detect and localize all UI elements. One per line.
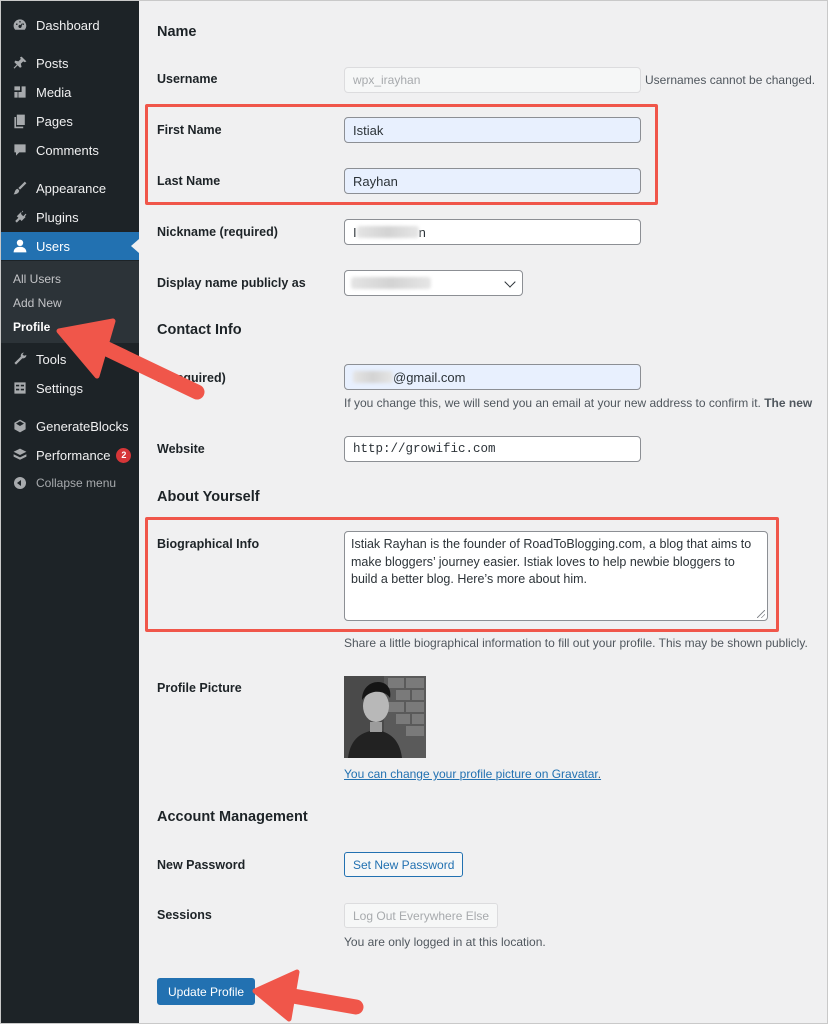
media-icon	[10, 82, 30, 102]
username-hint: Usernames cannot be changed.	[645, 73, 816, 87]
redacted-text	[356, 226, 419, 238]
chevron-down-icon	[504, 276, 516, 288]
email-hint: If you change this, we will send you an …	[344, 396, 812, 410]
performance-icon	[10, 445, 30, 465]
wrench-icon	[10, 349, 30, 369]
sessions-label: Sessions	[157, 908, 212, 922]
menu-label: Users	[36, 238, 70, 254]
bio-text: Istiak Rayhan is the founder of RoadToBl…	[351, 537, 752, 586]
bio-label: Biographical Info	[157, 537, 260, 551]
redacted-text	[353, 371, 393, 383]
nickname-label: Nickname (required)	[157, 225, 278, 239]
bio-textarea[interactable]: Istiak Rayhan is the founder of RoadToBl…	[344, 531, 768, 621]
bio-hint: Share a little biographical information …	[344, 636, 808, 650]
nickname-field[interactable]: I n	[344, 219, 641, 245]
pin-icon	[10, 53, 30, 73]
last-name-field[interactable]: Rayhan	[344, 168, 641, 194]
section-title-name: Name	[157, 24, 197, 40]
user-icon	[10, 236, 30, 256]
menu-label: Posts	[36, 55, 69, 71]
email-domain: @gmail.com	[393, 369, 466, 385]
section-title-contact: Contact Info	[157, 322, 242, 338]
sessions-hint: You are only logged in at this location.	[344, 935, 546, 949]
update-count-badge: 2	[116, 447, 132, 463]
profile-form: Name Username wpx_irayhan Usernames cann…	[139, 1, 827, 1023]
gravatar-link-suffix: .	[597, 767, 602, 781]
settings-icon	[10, 378, 30, 398]
email-label: il (required)	[157, 371, 226, 385]
website-field[interactable]: http://growific.com	[344, 436, 641, 462]
collapse-menu-button[interactable]: Collapse menu	[1, 469, 139, 497]
admin-sidebar: Dashboard Posts Media Pages Comments App…	[1, 1, 139, 1023]
users-submenu: All Users Add New Profile	[1, 261, 139, 343]
menu-label: Performance	[36, 447, 111, 463]
email-hint-bold: The new	[764, 396, 813, 410]
menu-item-settings[interactable]: Settings	[1, 374, 139, 402]
menu-item-comments[interactable]: Comments	[1, 136, 139, 164]
paintbrush-icon	[10, 178, 30, 198]
avatar-photo	[344, 676, 426, 758]
new-password-label: New Password	[157, 858, 246, 872]
display-name-label: Display name publicly as	[157, 276, 306, 290]
email-hint-text: If you change this, we will send you an …	[344, 396, 761, 410]
website-label: Website	[157, 442, 205, 456]
section-title-account: Account Management	[157, 809, 308, 825]
pages-icon	[10, 111, 30, 131]
menu-label: Comments	[36, 142, 99, 158]
collapse-icon	[10, 473, 30, 493]
menu-item-tools[interactable]: Tools	[1, 345, 139, 373]
first-name-field[interactable]: Istiak	[344, 117, 641, 143]
submenu-all-users[interactable]: All Users	[13, 272, 61, 286]
set-new-password-button[interactable]: Set New Password	[344, 852, 464, 877]
section-title-about: About Yourself	[157, 489, 260, 505]
submenu-profile[interactable]: Profile	[13, 320, 50, 334]
menu-label: Pages	[36, 113, 73, 129]
display-name-select[interactable]	[344, 270, 523, 296]
menu-item-posts[interactable]: Posts	[1, 49, 139, 77]
first-name-label: First Name	[157, 123, 222, 137]
plugin-icon	[10, 207, 30, 227]
active-indicator	[131, 239, 139, 253]
menu-item-dashboard[interactable]: Dashboard	[1, 11, 139, 39]
menu-item-performance[interactable]: Performance 2	[1, 441, 139, 469]
menu-item-pages[interactable]: Pages	[1, 107, 139, 135]
menu-label: Settings	[36, 380, 83, 396]
menu-item-media[interactable]: Media	[1, 78, 139, 106]
update-profile-button[interactable]: Update Profile	[157, 978, 256, 1005]
username-label: Username	[157, 72, 218, 86]
menu-item-plugins[interactable]: Plugins	[1, 203, 139, 231]
menu-label: Dashboard	[36, 17, 100, 33]
menu-label: Plugins	[36, 209, 79, 225]
log-out-everywhere-button: Log Out Everywhere Else	[344, 903, 499, 928]
menu-item-users[interactable]: Users	[1, 232, 139, 260]
menu-item-appearance[interactable]: Appearance	[1, 174, 139, 202]
menu-label: GenerateBlocks	[36, 418, 129, 434]
menu-label: Tools	[36, 351, 67, 367]
dashboard-icon	[10, 15, 30, 35]
avatar	[344, 676, 426, 758]
submenu-add-new[interactable]: Add New	[13, 296, 62, 310]
gravatar-link[interactable]: You can change your profile picture on G…	[344, 767, 601, 781]
redacted-text	[351, 277, 431, 289]
menu-label: Media	[36, 84, 72, 100]
comment-icon	[10, 140, 30, 160]
gravatar-link-text[interactable]: You can change your profile picture on G…	[344, 767, 598, 781]
cube-icon	[10, 416, 30, 436]
browser-frame: Dashboard Posts Media Pages Comments App…	[0, 0, 828, 1024]
menu-item-generateblocks[interactable]: GenerateBlocks	[1, 412, 139, 440]
profile-picture-label: Profile Picture	[157, 681, 242, 695]
username-field: wpx_irayhan	[344, 67, 641, 93]
last-name-label: Last Name	[157, 174, 221, 188]
resize-handle-icon[interactable]	[757, 610, 765, 618]
email-field[interactable]: @gmail.com	[344, 364, 641, 390]
nickname-value-end: n	[418, 224, 426, 240]
menu-label: Collapse menu	[36, 476, 117, 490]
menu-label: Appearance	[36, 180, 107, 196]
